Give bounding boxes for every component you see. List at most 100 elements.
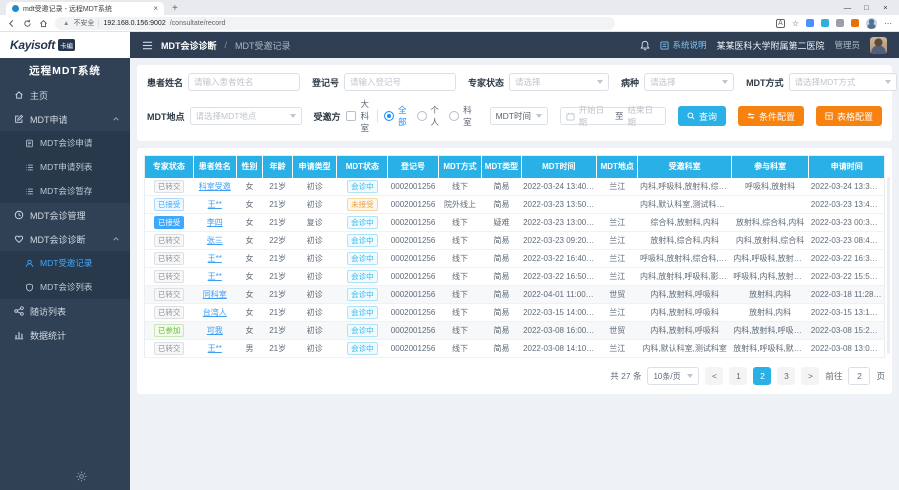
new-tab-button[interactable]: + bbox=[172, 2, 178, 15]
sidebar-item[interactable]: 随访列表 bbox=[0, 299, 130, 323]
refresh-icon[interactable] bbox=[23, 19, 32, 28]
settings-gear-icon[interactable] bbox=[76, 471, 87, 482]
sidebar-subitem[interactable]: MDT会诊申请 bbox=[0, 131, 130, 155]
sidebar-item[interactable]: MDT会诊诊断 bbox=[0, 227, 130, 251]
column-header[interactable]: 性别 bbox=[236, 156, 263, 178]
table-row[interactable]: 已接受李四女21岁复诊会诊中0002001256线下疑难2022-03-23 1… bbox=[145, 214, 885, 232]
invitee-radio[interactable] bbox=[384, 111, 394, 121]
column-header[interactable]: 专家状态 bbox=[145, 156, 194, 178]
patient-name-link[interactable]: 王** bbox=[208, 200, 222, 209]
read-aloud-icon[interactable]: A bbox=[776, 19, 785, 28]
column-header[interactable]: 年龄 bbox=[263, 156, 293, 178]
browser-profile-avatar[interactable] bbox=[866, 18, 877, 29]
patient-name-link[interactable]: 科室受邀 bbox=[199, 182, 231, 191]
patient-name-link[interactable]: 同科室 bbox=[203, 290, 227, 299]
patient-name-link[interactable]: 张三 bbox=[207, 236, 223, 245]
page-size-select[interactable]: 10条/页 bbox=[647, 367, 699, 385]
column-header[interactable]: 参与科室 bbox=[731, 156, 809, 178]
patient-name-link[interactable]: 李四 bbox=[207, 218, 223, 227]
patient-name-link[interactable]: 台湾人 bbox=[203, 308, 227, 317]
column-header[interactable]: MDT状态 bbox=[337, 156, 388, 178]
page-number-button[interactable]: 2 bbox=[753, 367, 771, 385]
invitee-radio-label[interactable]: 个人 bbox=[431, 104, 440, 128]
table-row[interactable]: 已转交台湾人女21岁初诊会诊中0002001256线下简易2022-03-15 … bbox=[145, 304, 885, 322]
back-icon[interactable] bbox=[7, 19, 16, 28]
sidebar-item[interactable]: 数据统计 bbox=[0, 323, 130, 347]
column-header[interactable]: 患者姓名 bbox=[193, 156, 236, 178]
sidebar-subitem[interactable]: MDT申请列表 bbox=[0, 155, 130, 179]
big-dept-checkbox[interactable] bbox=[346, 111, 356, 121]
goto-page-input[interactable] bbox=[848, 367, 870, 385]
expert-status-badge: 已转交 bbox=[154, 270, 185, 283]
url-field[interactable]: ▲ 不安全 192.168.0.156:9002 /consultate/rec… bbox=[55, 17, 615, 30]
column-header[interactable]: MDT类型 bbox=[482, 156, 521, 178]
mdt-place-select[interactable]: 请选择MDT地点 bbox=[190, 107, 302, 125]
patient-name-input[interactable] bbox=[188, 73, 300, 91]
extension-icon[interactable] bbox=[836, 19, 844, 27]
invitee-radio[interactable] bbox=[449, 111, 459, 121]
sidebar-subitem[interactable]: MDT受邀记录 bbox=[0, 251, 130, 275]
sidebar-subitem[interactable]: MDT会诊列表 bbox=[0, 275, 130, 299]
prev-page-button[interactable]: < bbox=[705, 367, 723, 385]
browser-menu-icon[interactable]: ⋯ bbox=[884, 19, 892, 28]
table-row[interactable]: 已转交王**女21岁初诊会诊中0002001256线下简易2022-03-22 … bbox=[145, 250, 885, 268]
favorite-icon[interactable]: ☆ bbox=[792, 19, 799, 28]
expert-status-select[interactable]: 请选择 bbox=[509, 73, 609, 91]
mdt-mode-select[interactable]: 请选择MDT方式 bbox=[789, 73, 897, 91]
patient-name-link[interactable]: 王** bbox=[208, 254, 222, 263]
column-header[interactable]: 申请时间 bbox=[809, 156, 885, 178]
tab-close-icon[interactable]: × bbox=[153, 4, 158, 13]
table-row[interactable]: 已参加可我女21岁初诊会诊中0002001256线下简易2022-03-08 1… bbox=[145, 322, 885, 340]
condition-config-button[interactable]: 条件配置 bbox=[738, 106, 804, 126]
column-header[interactable]: 申请类型 bbox=[292, 156, 336, 178]
notification-bell-icon[interactable] bbox=[640, 40, 650, 51]
breadcrumb-parent[interactable]: MDT会诊诊断 bbox=[161, 39, 217, 52]
patient-name-link[interactable]: 可我 bbox=[207, 326, 223, 335]
sidebar-item[interactable]: 主页 bbox=[0, 83, 130, 107]
column-header[interactable]: MDT方式 bbox=[438, 156, 482, 178]
expert-status-badge: 已转交 bbox=[154, 306, 185, 319]
extension-icon[interactable] bbox=[821, 19, 829, 27]
search-button[interactable]: 查询 bbox=[678, 106, 726, 126]
table-row[interactable]: 已转交王**女21岁初诊会诊中0002001256线下简易2022-03-22 … bbox=[145, 268, 885, 286]
browser-tab[interactable]: mdt受邀记录 - 远程MDT系统 × bbox=[6, 2, 164, 15]
invited-depts-cell: 内科,默认科室,测试科室 bbox=[638, 340, 731, 358]
big-dept-checkbox-label[interactable]: 大科室 bbox=[361, 98, 370, 134]
table-row[interactable]: 已转交王**男21岁初诊会诊中0002001256线下简易2022-03-08 … bbox=[145, 340, 885, 358]
extension-icon[interactable] bbox=[806, 19, 814, 27]
reg-no-input[interactable] bbox=[344, 73, 456, 91]
disease-select[interactable]: 请选择 bbox=[644, 73, 734, 91]
table-config-button[interactable]: 表格配置 bbox=[816, 106, 882, 126]
page-number-button[interactable]: 1 bbox=[729, 367, 747, 385]
table-row[interactable]: 已转交张三女22岁初诊会诊中0002001256线下简易2022-03-23 0… bbox=[145, 232, 885, 250]
window-close-button[interactable]: × bbox=[876, 3, 895, 12]
invitee-radio-label[interactable]: 全部 bbox=[398, 104, 407, 128]
menu-fold-icon[interactable] bbox=[142, 40, 153, 51]
table-row[interactable]: 已转交同科室女21岁初诊会诊中0002001256线下简易2022-04-01 … bbox=[145, 286, 885, 304]
sidebar-subitem[interactable]: MDT会诊暂存 bbox=[0, 179, 130, 203]
time-field-select[interactable]: MDT时间 bbox=[490, 107, 548, 125]
column-header[interactable]: 登记号 bbox=[388, 156, 438, 178]
invitee-radio[interactable] bbox=[417, 111, 427, 121]
column-header[interactable]: MDT时间 bbox=[521, 156, 596, 178]
column-header[interactable]: MDT地点 bbox=[597, 156, 638, 178]
patient-name-link[interactable]: 王** bbox=[208, 344, 222, 353]
mdt-type-cell: 简易 bbox=[482, 268, 521, 286]
next-page-button[interactable]: > bbox=[801, 367, 819, 385]
sidebar-item[interactable]: MDT申请 bbox=[0, 107, 130, 131]
column-header[interactable]: 受邀科室 bbox=[638, 156, 731, 178]
page-number-button[interactable]: 3 bbox=[777, 367, 795, 385]
patient-name-link[interactable]: 王** bbox=[208, 272, 222, 281]
extension-icon[interactable] bbox=[851, 19, 859, 27]
table-row[interactable]: 已转交科室受邀女21岁初诊会诊中0002001256线下简易2022-03-24… bbox=[145, 178, 885, 196]
invitee-radio-label[interactable]: 科室 bbox=[463, 104, 472, 128]
date-range-picker[interactable]: 开始日期 至 结束日期 bbox=[560, 107, 666, 125]
table-scrollbar[interactable] bbox=[887, 177, 890, 354]
sidebar-item[interactable]: MDT会诊管理 bbox=[0, 203, 130, 227]
system-help-link[interactable]: 系统说明 bbox=[660, 39, 706, 51]
home-icon[interactable] bbox=[39, 19, 48, 28]
table-row[interactable]: 已接受王**女21岁初诊未接受0002001256院外线上简易2022-03-2… bbox=[145, 196, 885, 214]
window-minimize-button[interactable]: — bbox=[838, 3, 857, 12]
user-avatar[interactable] bbox=[870, 37, 887, 54]
window-maximize-button[interactable]: □ bbox=[857, 3, 876, 12]
